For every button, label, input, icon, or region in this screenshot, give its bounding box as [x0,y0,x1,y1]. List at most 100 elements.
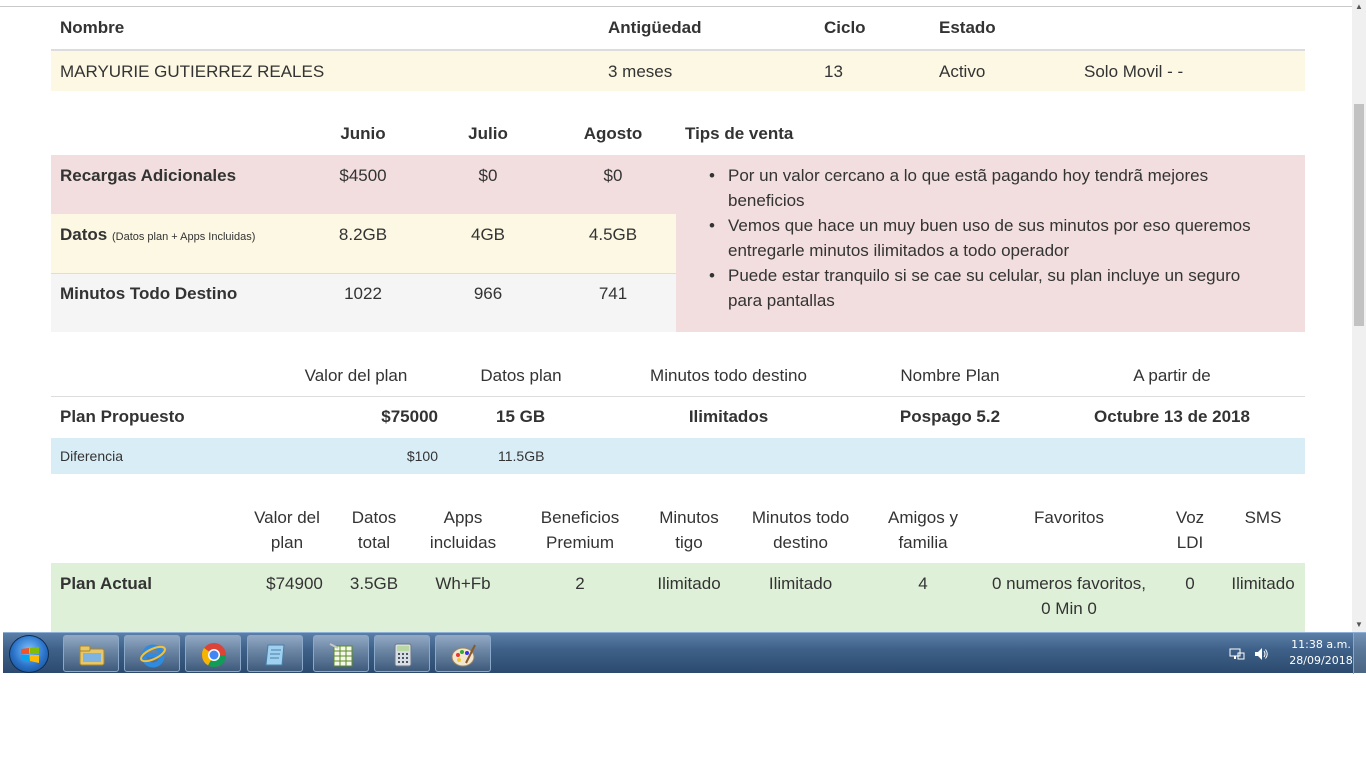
customer-name: MARYURIE GUTIERREZ REALES [60,62,325,81]
internet-explorer-icon [140,644,166,668]
usage-row-datos: Datos (Datos plan + Apps Incluidas) 8.2G… [51,214,676,273]
header-minutos-todo-destino-l2: destino [773,533,828,552]
start-button[interactable] [9,635,49,673]
diferencia-datos: 11.5GB [498,448,545,464]
month-junio: Junio [340,124,386,143]
minutos-agosto: 741 [598,284,628,303]
header-minutos-todo-destino-l1: Minutos todo [751,508,850,527]
header-favoritos: Favoritos [984,505,1154,530]
header-apps-incluidas: Apps incluidas [418,505,508,555]
taskbar-notepad-button[interactable] [247,635,303,672]
scrollbar-thumb[interactable] [1354,104,1364,326]
diferencia-valor: $100 [406,448,438,464]
header-datos-total-l2: total [357,533,391,552]
customer-estado: Activo [939,62,986,81]
customer-row: MARYURIE GUTIERREZ REALES 3 meses 13 Act… [51,51,1305,91]
tip-3-line-1: Puede estar tranquilo si se cae su celul… [728,266,1241,285]
tip-bullet-2: • [709,216,715,235]
current-valor: $74900 [266,574,323,593]
diferencia-label: Diferencia [60,448,124,464]
taskbar-chrome-button[interactable] [185,635,241,672]
header-apps-incluidas-l2: incluidas [429,533,497,552]
current-favoritos-line1: 0 numeros favoritos, [991,574,1146,593]
header-valor-plan: Valor del plan [304,366,408,385]
scroll-down-arrow-icon[interactable]: ▼ [1352,618,1366,632]
tip-1-line-2: beneficios [728,191,805,210]
current-plan-label: Plan Actual [60,574,152,593]
header-datos-plan: Datos plan [480,366,562,385]
recargas-label: Recargas Adicionales [60,166,237,185]
datos-label-note: (Datos plan + Apps Incluidas) [111,231,256,243]
taskbar-paint-button[interactable] [435,635,491,672]
current-beneficios: 2 [575,574,585,593]
recargas-julio: $0 [478,166,498,185]
header-voz-ldi-l2: LDI [1176,533,1204,552]
current-sms: Ilimitado [1231,574,1295,593]
taskbar-calculator-button[interactable] [374,635,430,672]
header-ciclo: Ciclo [824,18,866,37]
notepad-icon [265,644,285,666]
calculator-icon [394,643,412,667]
customer-ciclo: 13 [824,62,843,81]
current-datos: 3.5GB [349,574,399,593]
tip-1-line-1: Por un valor cercano a lo que estã pagan… [728,166,1209,185]
minutos-label: Minutos Todo Destino [60,284,238,303]
browser-viewport: Nombre Antigüedad Ciclo Estado MARYURIE … [0,0,1366,632]
datos-label: Datos (Datos plan + Apps Incluidas) [60,222,255,250]
header-voz-ldi: Voz LDI [1165,505,1215,555]
excel-icon [329,643,353,667]
taskbar-ie-button[interactable] [124,635,180,672]
header-amigos-familia-l1: Amigos y [888,508,958,527]
header-minutos-todo-destino: Minutos todo destino [743,505,858,555]
tip-bullet-1: • [709,166,715,185]
customer-header-row: Nombre Antigüedad Ciclo Estado [51,7,1305,49]
header-valor-del-plan-l2: plan [270,533,304,552]
current-voz: 0 [1185,574,1195,593]
network-icon[interactable] [1229,646,1245,662]
header-amigos-familia: Amigos y familia [878,505,968,555]
current-apps: Wh+Fb [435,574,491,593]
header-minutos-tigo-l1: Minutos [659,508,719,527]
chrome-icon [201,643,226,668]
proposed-header-row: Valor del plan Datos plan Minutos todo d… [51,356,1305,396]
current-favoritos: 0 numeros favoritos, 0 Min 0 [984,571,1154,621]
current-amigos: 4 [918,574,928,593]
proposed-nombre: Pospago 5.2 [899,407,1001,426]
volume-icon[interactable] [1253,646,1269,662]
proposed-minutos: Ilimitados [688,407,769,426]
minutos-julio: 966 [473,284,503,303]
customer-plan: Solo Movil - - [1084,62,1184,81]
system-tray: 11:38 a.m. 28/09/2018 [1225,633,1366,674]
header-beneficios-premium-l1: Beneficios [540,508,620,527]
proposed-label: Plan Propuesto [60,407,185,426]
header-datos-total: Datos total [341,505,407,555]
tips-header: Tips de venta [685,124,794,143]
header-datos-total-l1: Datos [351,508,397,527]
header-nombre-plan: Nombre Plan [900,366,1000,385]
header-favoritos-l1: Favoritos [1034,508,1104,527]
header-antiguedad: Antigüedad [608,18,702,37]
header-minutos-tigo-l2: tigo [675,533,703,552]
windows-taskbar: 11:38 a.m. 28/09/2018 [3,632,1366,674]
header-beneficios-premium-l2: Premium [545,533,614,552]
header-minutos-tigo: Minutos tigo [649,505,729,555]
proposed-row: Plan Propuesto $75000 15 GB Ilimitados P… [51,397,1305,438]
header-amigos-familia-l2: familia [898,533,948,552]
proposed-desde: Octubre 13 de 2018 [1094,407,1250,426]
show-desktop-button[interactable] [1353,633,1366,674]
current-minutos-destino: Ilimitado [768,574,833,593]
vertical-scrollbar[interactable]: ▲ ▼ [1352,0,1366,632]
header-nombre: Nombre [60,18,125,37]
clock-time[interactable]: 11:38 a.m. [1281,638,1361,651]
scroll-up-arrow-icon[interactable]: ▲ [1352,0,1366,14]
header-sms: SMS [1225,505,1301,530]
header-valor-del-plan-l1: Valor del [254,508,320,527]
header-sms-l1: SMS [1244,508,1282,527]
taskbar-excel-button[interactable] [313,635,369,672]
taskbar-explorer-button[interactable] [63,635,119,672]
windows-logo-icon [21,647,39,663]
usage-row-minutos: Minutos Todo Destino 1022 966 741 [51,274,676,332]
customer-antiguedad: 3 meses [608,62,673,81]
clock-date[interactable]: 28/09/2018 [1281,654,1361,667]
tip-2-line-1: Vemos que hace un muy buen uso de sus mi… [728,216,1251,235]
